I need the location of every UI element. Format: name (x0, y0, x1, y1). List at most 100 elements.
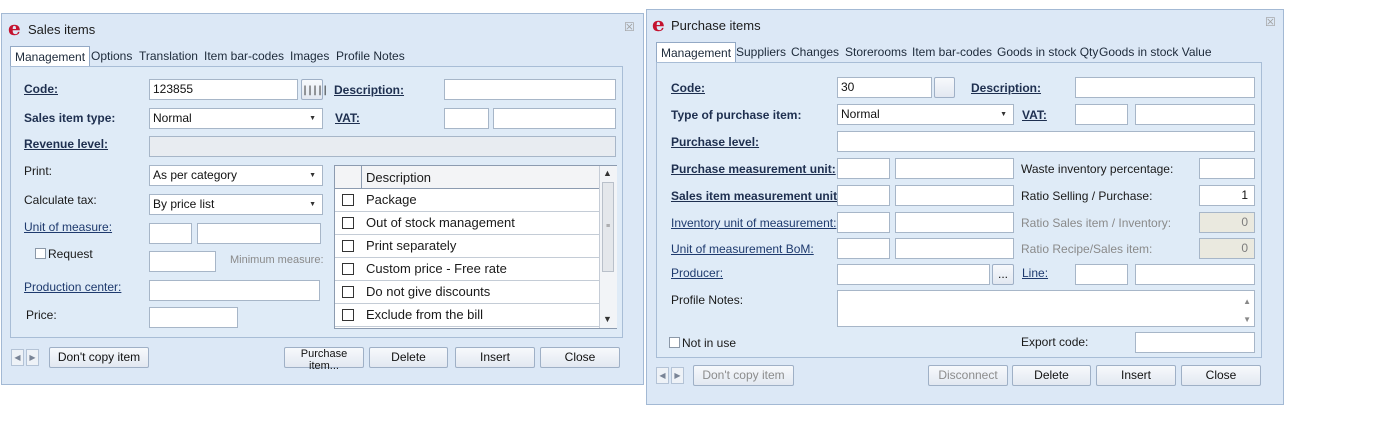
code-lookup-button[interactable] (934, 77, 955, 98)
sales-item-measurement-unit-description-field[interactable] (895, 185, 1014, 206)
vat-code-field[interactable] (444, 108, 489, 129)
grid-row[interactable]: Package (335, 189, 599, 212)
row-checkbox[interactable] (342, 263, 354, 275)
disconnect-button[interactable]: Disconnect (928, 365, 1008, 386)
scroll-up-icon[interactable]: ▲ (603, 168, 612, 178)
sales-item-measurement-unit-code-field[interactable] (837, 185, 890, 206)
purchase-measurement-unit-description-field[interactable] (895, 158, 1014, 179)
close-button[interactable]: Close (1181, 365, 1261, 386)
row-checkbox[interactable] (342, 240, 354, 252)
unit-of-measure-label[interactable]: Unit of measure: (24, 220, 112, 234)
grid-scrollbar[interactable]: ▲ ≡ ▼ (599, 166, 617, 328)
type-of-purchase-item-select[interactable]: Normal ▼ (837, 104, 1014, 125)
tab-options[interactable]: Options (91, 46, 132, 66)
barcode-button[interactable]: ||||| (301, 79, 328, 100)
insert-button[interactable]: Insert (1096, 365, 1176, 386)
insert-button[interactable]: Insert (455, 347, 535, 368)
scroll-down-icon[interactable]: ▼ (1243, 310, 1251, 326)
close-window-icon[interactable]: ☒ (1265, 16, 1276, 28)
request-checkbox[interactable] (35, 248, 46, 259)
calculate-tax-select[interactable]: By price list ▼ (149, 194, 323, 215)
dont-copy-item-button[interactable]: Don't copy item (693, 365, 794, 386)
dont-copy-item-button[interactable]: Don't copy item (49, 347, 149, 368)
close-window-icon[interactable]: ☒ (624, 21, 635, 33)
minimum-measure-field[interactable] (149, 251, 216, 272)
vat-description-field[interactable] (1135, 104, 1255, 125)
producer-browse-button[interactable]: ... (992, 264, 1014, 285)
producer-field[interactable] (837, 264, 990, 285)
code-field[interactable]: 123855 (149, 79, 298, 100)
revenue-level-field[interactable] (149, 136, 616, 157)
export-code-field[interactable] (1135, 332, 1255, 353)
scroll-up-icon[interactable]: ▲ (1243, 292, 1251, 311)
tab-images[interactable]: Images (290, 46, 329, 66)
purchase-item-button-line1: Purchase (300, 348, 348, 360)
tab-item-bar-codes[interactable]: Item bar-codes (912, 42, 992, 62)
tab-profile-notes[interactable]: Profile Notes (336, 46, 405, 66)
description-field[interactable] (1075, 77, 1255, 98)
description-field[interactable] (444, 79, 616, 100)
row-checkbox[interactable] (342, 286, 354, 298)
bom-unit-description-field[interactable] (895, 238, 1014, 259)
code-label: Code: (24, 82, 58, 96)
tab-goods-in-stock-value[interactable]: Goods in stock Value (1099, 42, 1212, 62)
scroll-down-icon[interactable]: ▼ (603, 314, 612, 324)
purchase-level-field[interactable] (837, 131, 1255, 152)
tab-storerooms[interactable]: Storerooms (845, 42, 907, 62)
prev-record-button[interactable]: ◀ (656, 367, 669, 384)
production-center-label[interactable]: Production center: (24, 280, 121, 294)
tab-suppliers[interactable]: Suppliers (736, 42, 786, 62)
ratio-selling-purchase-field[interactable]: 1 (1199, 185, 1255, 206)
profile-notes-textarea[interactable]: ▲ ▼ (837, 290, 1255, 327)
inventory-unit-of-measurement-label[interactable]: Inventory unit of measurement: (671, 216, 836, 230)
prev-record-button[interactable]: ◀ (11, 349, 24, 366)
delete-button[interactable]: Delete (1012, 365, 1091, 386)
bom-unit-code-field[interactable] (837, 238, 890, 259)
ratio-sales-item-inventory-label: Ratio Sales item / Inventory: (1021, 216, 1172, 230)
grid-row[interactable]: Out of stock management (335, 212, 599, 235)
row-checkbox[interactable] (342, 194, 354, 206)
line-description-field[interactable] (1135, 264, 1255, 285)
code-field[interactable]: 30 (837, 77, 932, 98)
print-select[interactable]: As per category ▼ (149, 165, 323, 186)
tab-item-bar-codes[interactable]: Item bar-codes (204, 46, 284, 66)
scroll-thumb[interactable]: ≡ (602, 182, 614, 272)
next-record-button[interactable]: ▶ (671, 367, 684, 384)
inventory-unit-description-field[interactable] (895, 212, 1014, 233)
purchase-measurement-unit-code-field[interactable] (837, 158, 890, 179)
grid-header-description[interactable]: Description (366, 170, 431, 185)
tab-management[interactable]: Management (10, 46, 91, 67)
waste-inventory-percentage-field[interactable] (1199, 158, 1255, 179)
sales-item-type-select[interactable]: Normal ▼ (149, 108, 323, 129)
not-in-use-checkbox[interactable] (669, 337, 680, 348)
row-checkbox[interactable] (342, 309, 354, 321)
close-button[interactable]: Close (540, 347, 620, 368)
delete-button[interactable]: Delete (369, 347, 448, 368)
unit-of-measure-description-field[interactable] (197, 223, 321, 244)
grid-row[interactable]: Print separately (335, 235, 599, 258)
vat-description-field[interactable] (493, 108, 616, 129)
row-checkbox[interactable] (342, 217, 354, 229)
tab-management[interactable]: Management (656, 42, 737, 63)
next-record-button[interactable]: ▶ (26, 349, 39, 366)
grid-row[interactable]: Exclude from the bill (335, 304, 599, 327)
chevron-down-icon: ▼ (1000, 111, 1007, 118)
price-field[interactable] (149, 307, 238, 328)
producer-label[interactable]: Producer: (671, 266, 723, 280)
calculate-tax-label: Calculate tax: (24, 193, 97, 207)
tab-goods-in-stock-qty[interactable]: Goods in stock Qty (997, 42, 1098, 62)
inventory-unit-code-field[interactable] (837, 212, 890, 233)
line-code-field[interactable] (1075, 264, 1128, 285)
line-label[interactable]: Line: (1022, 266, 1048, 280)
grid-row[interactable]: Custom price - Free rate (335, 258, 599, 281)
purchase-item-button[interactable]: Purchase item... (284, 347, 364, 372)
tab-changes[interactable]: Changes (791, 42, 839, 62)
vat-code-field[interactable] (1075, 104, 1128, 125)
unit-of-measure-code-field[interactable] (149, 223, 192, 244)
grid-row[interactable]: Do not give discounts (335, 281, 599, 304)
unit-of-measurement-bom-label[interactable]: Unit of measurement BoM: (671, 242, 814, 256)
waste-inventory-percentage-label: Waste inventory percentage: (1021, 162, 1174, 176)
window-title: Sales items (28, 22, 96, 37)
production-center-field[interactable] (149, 280, 320, 301)
tab-translation[interactable]: Translation (139, 46, 198, 66)
